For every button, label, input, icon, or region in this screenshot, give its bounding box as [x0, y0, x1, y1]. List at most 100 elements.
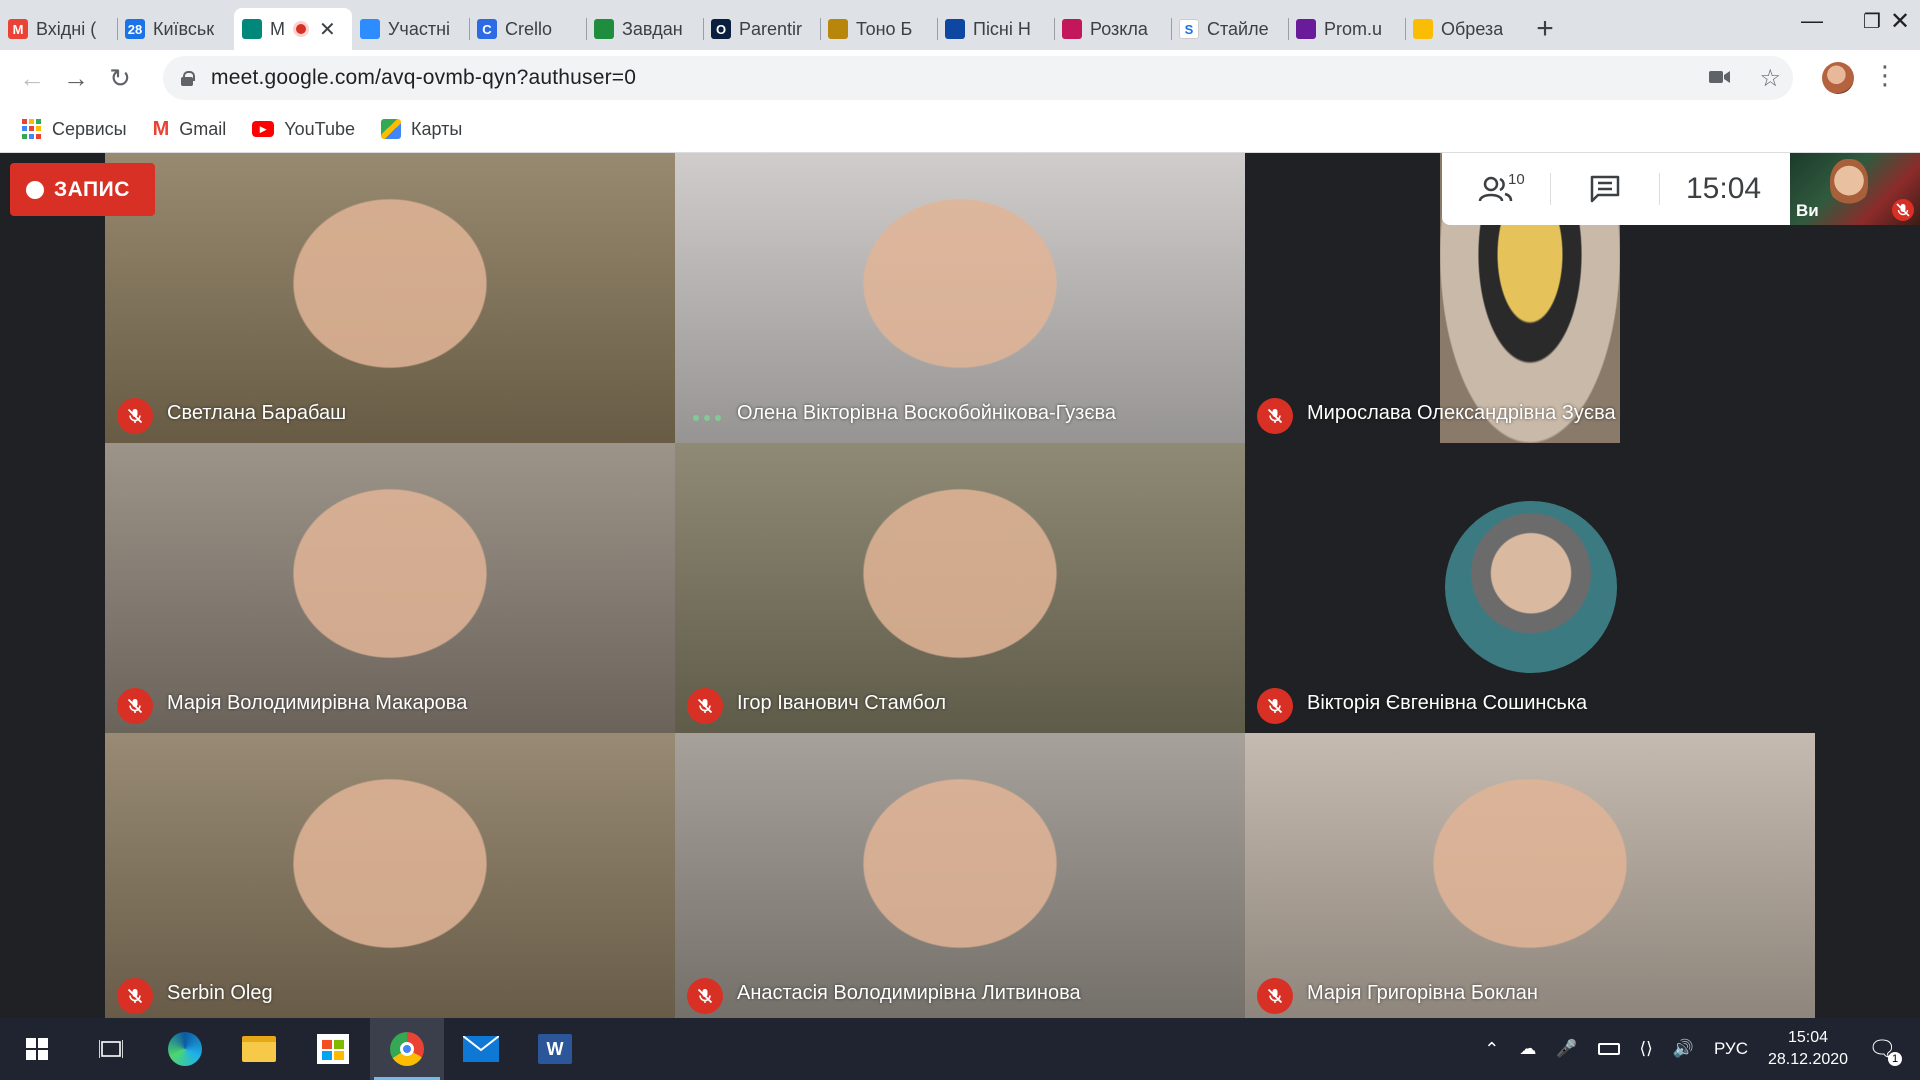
file-explorer-icon[interactable] [222, 1018, 296, 1080]
self-label: Ви [1796, 201, 1819, 220]
classroom-icon [594, 19, 614, 39]
browser-tab[interactable]: S Стайле [1171, 8, 1288, 50]
windows-start-icon[interactable] [0, 1018, 74, 1080]
participant-video [105, 443, 675, 733]
prom-icon [1296, 19, 1316, 39]
meeting-clock: 15:04 [1686, 172, 1762, 205]
task-view-icon[interactable] [74, 1018, 148, 1080]
participant-tile[interactable]: Марія Володимирівна Макарова [105, 443, 675, 733]
gmail-icon: M [152, 117, 170, 140]
browser-tab[interactable]: Prom.u [1288, 8, 1405, 50]
forward-arrow-icon[interactable]: → [54, 56, 98, 100]
meet-video-grid: ЗАПИС Светлана Барабаш Олена Вікторівна В… [0, 153, 1920, 1018]
browser-tab[interactable]: Участні [352, 8, 469, 50]
word-icon[interactable]: W [518, 1018, 592, 1080]
participant-tile[interactable]: Олена Вікторівна Воскобойнікова-Гузєва [675, 153, 1245, 443]
participant-tile[interactable]: Светлана Барабаш [105, 153, 675, 443]
tab-title: M [270, 18, 285, 39]
mic-off-icon [117, 398, 153, 434]
notifications-icon[interactable]: 🗨 1 [1868, 1036, 1902, 1066]
recording-label: ЗАПИС [54, 177, 130, 201]
participant-name: Олена Вікторівна Воскобойнікова-Гузєва [737, 402, 1117, 424]
participant-name: Мирослава Олександрівна Зуєва [1307, 402, 1616, 424]
participant-name: Анастасія Володимирівна Литвинова [737, 982, 1081, 1004]
participant-tile[interactable]: Марія Григорівна Боклан [1245, 733, 1815, 1018]
browser-tab[interactable]: 28 Київськ [117, 8, 234, 50]
browser-menu-icon[interactable]: ⋮ [1872, 60, 1898, 91]
wifi-icon[interactable]: ⟨⟩ [1640, 1039, 1653, 1059]
recording-badge: ЗАПИС [10, 163, 155, 216]
browser-tab[interactable]: Пісні Н [937, 8, 1054, 50]
browser-tab-strip: M Вхідні (28 Київськ M ✕ Участні C Crello Завдан… [0, 0, 1920, 50]
parenting-icon: O [711, 19, 731, 39]
styler-icon: S [1179, 19, 1199, 39]
language-indicator[interactable]: РУС [1714, 1039, 1748, 1059]
browser-tab[interactable]: Обреза [1405, 8, 1522, 50]
bookmark-youtube[interactable]: ▶ YouTube [252, 119, 355, 140]
bookmark-gmail[interactable]: M Gmail [153, 118, 227, 141]
browser-tab[interactable]: C Crello [469, 8, 586, 50]
participant-name: Вікторія Євгенівна Сошинська [1307, 692, 1588, 714]
tab-title: Завдан [622, 18, 683, 39]
participant-video [105, 733, 675, 1018]
profile-avatar[interactable] [1822, 62, 1854, 94]
tab-title: Вхідні ( [36, 18, 97, 39]
microphone-icon[interactable]: 🎤 [1556, 1039, 1577, 1059]
back-arrow-icon[interactable]: ← [10, 56, 54, 100]
participant-video [1245, 733, 1815, 1018]
browser-tab[interactable]: Завдан [586, 8, 703, 50]
browser-tab[interactable]: M ✕ [234, 8, 352, 50]
participants-button[interactable]: 10 [1442, 153, 1550, 225]
taskbar-date: 28.12.2020 [1767, 1051, 1849, 1068]
participant-video [675, 443, 1245, 733]
browser-toolbar: ← → ↻ meet.google.com/avq-ovmb-qyn?authu… [0, 50, 1920, 106]
mic-off-icon [687, 978, 723, 1014]
bookmark-maps[interactable]: Карты [381, 119, 462, 140]
close-window-button[interactable]: ✕ [1880, 0, 1920, 42]
participant-name: Светлана Барабаш [167, 402, 347, 424]
participant-name: Serbin Oleg [167, 982, 273, 1004]
volume-icon[interactable]: 🔊 [1673, 1039, 1694, 1059]
browser-tab[interactable]: O Parentir [703, 8, 820, 50]
system-tray: ⌃ ☁ 🎤 ⟨⟩ 🔊 РУС 15:04 28.12.2020 🗨 1 [1484, 1018, 1920, 1080]
tab-title: Пісні Н [973, 18, 1031, 39]
mail-icon[interactable] [444, 1018, 518, 1080]
url-text[interactable]: meet.google.com/avq-ovmb-qyn?authuser=0 [211, 66, 636, 90]
meet-icon [242, 19, 262, 39]
bookmark-star-icon[interactable]: ☆ [1759, 64, 1781, 93]
mic-off-icon [1257, 978, 1293, 1014]
chat-button[interactable] [1551, 153, 1659, 225]
mic-off-icon [1257, 398, 1293, 434]
show-hidden-icons-icon[interactable]: ⌃ [1484, 1039, 1499, 1060]
bookmark-services[interactable]: Сервисы [22, 119, 127, 140]
edge-icon[interactable] [148, 1018, 222, 1080]
reload-icon[interactable]: ↻ [98, 56, 142, 100]
chrome-icon[interactable] [370, 1018, 444, 1080]
address-bar[interactable]: meet.google.com/avq-ovmb-qyn?authuser=0 … [163, 56, 1793, 100]
participant-tile[interactable]: Анастасія Володимирівна Литвинова [675, 733, 1245, 1018]
tab-title: Prom.u [1324, 18, 1383, 39]
taskbar-clock[interactable]: 15:04 28.12.2020 [1768, 1027, 1848, 1071]
youtube-icon: ▶ [252, 121, 275, 137]
tab-title: Участні [388, 18, 451, 39]
schedule-icon [1062, 19, 1082, 39]
new-tab-button[interactable]: + [1522, 8, 1568, 50]
tab-title: Київськ [153, 18, 215, 39]
mic-off-icon [1892, 199, 1914, 221]
camera-icon[interactable] [1709, 64, 1731, 92]
onedrive-icon[interactable]: ☁ [1519, 1039, 1536, 1059]
bookmark-label: Gmail [179, 118, 227, 139]
participant-tile[interactable]: Ігор Іванович Стамбол [675, 443, 1245, 733]
close-tab-icon[interactable]: ✕ [319, 17, 336, 42]
battery-icon[interactable] [1597, 1043, 1620, 1055]
participant-tile[interactable]: Вікторія Євгенівна Сошинська [1245, 443, 1815, 733]
browser-tab[interactable]: M Вхідні ( [0, 8, 117, 50]
store-icon[interactable] [296, 1018, 370, 1080]
gmail-icon: M [8, 19, 28, 39]
self-video [1830, 159, 1868, 207]
browser-tab[interactable]: Тоно Б [820, 8, 937, 50]
minimize-window-button[interactable]: — [1782, 0, 1842, 42]
self-view-thumbnail[interactable]: Ви [1790, 153, 1920, 225]
participant-tile[interactable]: Serbin Oleg [105, 733, 675, 1018]
browser-tab[interactable]: Розкла [1054, 8, 1171, 50]
